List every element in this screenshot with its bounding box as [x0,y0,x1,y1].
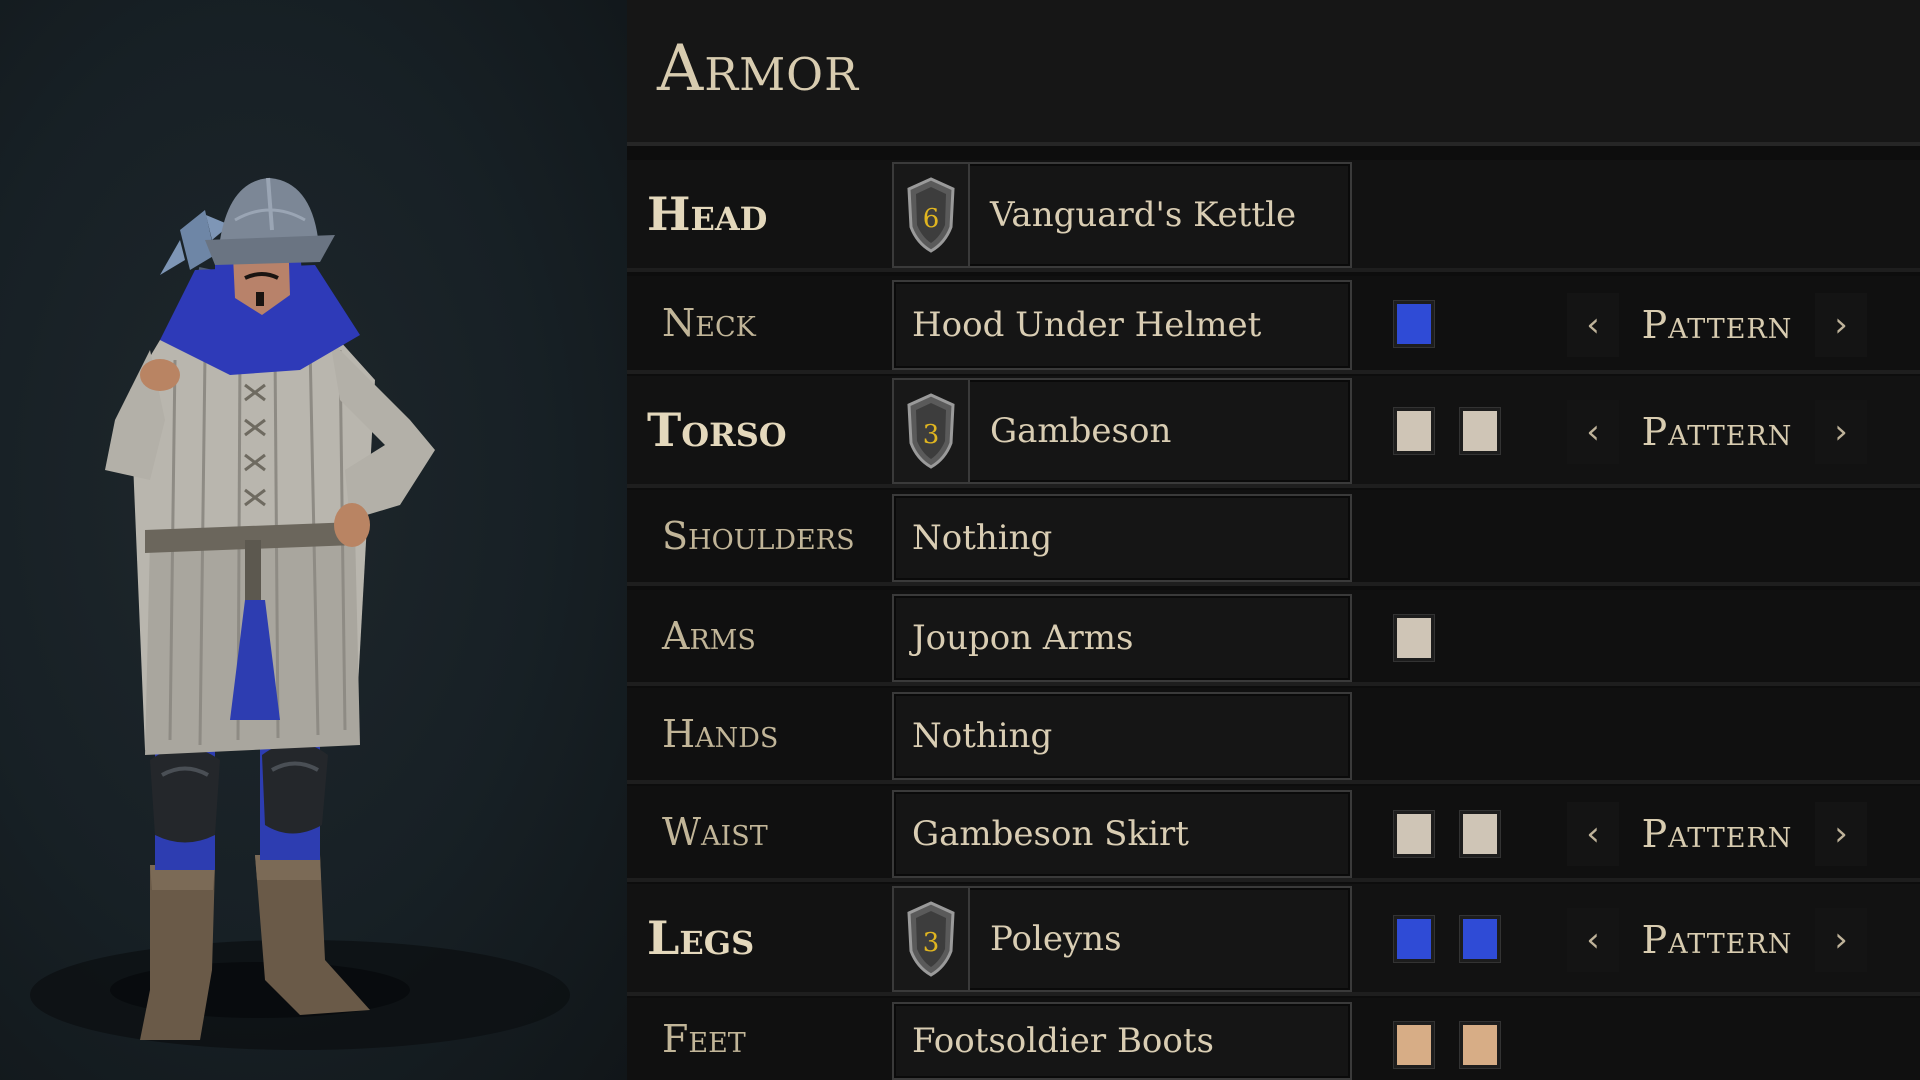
item-select-feet[interactable]: Footsoldier Boots [892,1002,1352,1080]
item-select-shoulders[interactable]: Nothing [892,494,1352,582]
item-name-feet: Footsoldier Boots [912,1021,1214,1061]
tier-badge: 6 [894,164,970,266]
item-name-legs: Poleyns [990,919,1122,959]
item-select-hands[interactable]: Nothing [892,692,1352,780]
slot-row-neck: Neck Hood Under Helmet ‹ Pattern › [627,276,1920,374]
character-model [30,177,570,1050]
chevron-right-icon[interactable]: › [1815,802,1867,866]
panel-title: Armor [657,32,859,106]
slot-row-feet: Feet Footsoldier Boots [627,998,1920,1080]
chevron-left-icon[interactable]: ‹ [1567,908,1619,972]
item-name-hands: Nothing [912,716,1053,756]
color-swatch-legs-2[interactable] [1459,915,1501,963]
svg-text:6: 6 [923,204,940,234]
slot-label-neck: Neck [662,301,756,345]
slot-label-torso: Torso [647,403,787,457]
color-swatch-arms-1[interactable] [1393,614,1435,662]
armor-panel: Armor Head 6 Vanguard's Kettle Neck Hood… [627,0,1920,1080]
chevron-left-icon[interactable]: ‹ [1567,802,1619,866]
item-select-legs[interactable]: 3 Poleyns [892,886,1352,992]
pattern-label: Pattern [1641,410,1793,454]
color-swatch-waist-2[interactable] [1459,810,1501,858]
slot-row-waist: Waist Gambeson Skirt ‹ Pattern › [627,786,1920,882]
slot-row-legs: Legs 3 Poleyns ‹ Pattern › [627,884,1920,996]
svg-text:3: 3 [923,928,940,958]
slot-label-shoulders: Shoulders [662,514,855,558]
slot-row-torso: Torso 3 Gambeson ‹ Pattern › [627,376,1920,488]
item-select-waist[interactable]: Gambeson Skirt [892,790,1352,878]
slot-label-head: Head [647,187,768,241]
item-name-torso: Gambeson [990,411,1172,451]
pattern-selector-neck: ‹ Pattern › [1567,293,1867,357]
color-swatch-feet-1[interactable] [1393,1021,1435,1069]
svg-text:3: 3 [923,420,940,450]
color-swatch-torso-1[interactable] [1393,407,1435,455]
item-name-shoulders: Nothing [912,518,1053,558]
character-preview[interactable] [0,0,627,1080]
item-select-torso[interactable]: 3 Gambeson [892,378,1352,484]
item-name-head: Vanguard's Kettle [990,195,1297,235]
chevron-left-icon[interactable]: ‹ [1567,400,1619,464]
chevron-right-icon[interactable]: › [1815,908,1867,972]
item-name-arms: Joupon Arms [912,618,1134,658]
item-select-arms[interactable]: Joupon Arms [892,594,1352,682]
chevron-left-icon[interactable]: ‹ [1567,293,1619,357]
slot-label-feet: Feet [662,1017,746,1061]
shield-icon: 3 [907,393,955,469]
slot-label-legs: Legs [647,911,755,965]
color-swatch-legs-1[interactable] [1393,915,1435,963]
chevron-right-icon[interactable]: › [1815,400,1867,464]
color-swatch-torso-2[interactable] [1459,407,1501,455]
item-name-waist: Gambeson Skirt [912,814,1189,854]
slot-label-arms: Arms [662,614,756,658]
shield-icon: 3 [907,901,955,977]
pattern-selector-legs: ‹ Pattern › [1567,908,1867,972]
slot-row-shoulders: Shoulders Nothing [627,490,1920,586]
item-select-neck[interactable]: Hood Under Helmet [892,280,1352,370]
slot-row-head: Head 6 Vanguard's Kettle [627,160,1920,272]
pattern-label: Pattern [1641,812,1793,856]
shield-icon: 6 [907,177,955,253]
tier-badge: 3 [894,380,970,482]
panel-header: Armor [627,0,1920,146]
pattern-selector-waist: ‹ Pattern › [1567,802,1867,866]
item-name-neck: Hood Under Helmet [912,305,1262,345]
color-swatch-feet-2[interactable] [1459,1021,1501,1069]
slot-label-hands: Hands [662,712,779,756]
tier-badge: 3 [894,888,970,990]
slot-label-waist: Waist [662,810,768,854]
slot-row-hands: Hands Nothing [627,688,1920,784]
pattern-selector-torso: ‹ Pattern › [1567,400,1867,464]
slot-row-arms: Arms Joupon Arms [627,590,1920,686]
item-select-head[interactable]: 6 Vanguard's Kettle [892,162,1352,268]
pattern-label: Pattern [1641,918,1793,962]
pattern-label: Pattern [1641,303,1793,347]
color-swatch-waist-1[interactable] [1393,810,1435,858]
chevron-right-icon[interactable]: › [1815,293,1867,357]
color-swatch-neck-1[interactable] [1393,300,1435,348]
